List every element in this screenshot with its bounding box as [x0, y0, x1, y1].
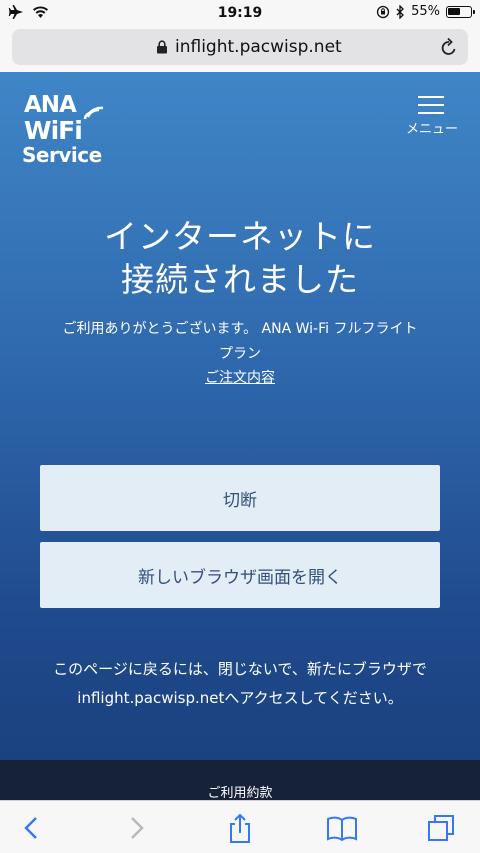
logo-line-wifi: WiFi — [24, 116, 83, 145]
address-bar[interactable]: inflight.pacwisp.net — [12, 29, 468, 65]
browser-toolbar — [0, 800, 480, 853]
url-text: inflight.pacwisp.net — [175, 37, 342, 57]
logo-wifi-waves-icon — [83, 106, 104, 120]
back-icon[interactable] — [16, 813, 48, 843]
status-right: 55% — [376, 4, 475, 19]
title-line-1: インターネットに — [104, 217, 376, 256]
thanks-line-2: プラン — [219, 346, 261, 362]
notice-line-2: inflight.pacwisp.netへアクセスしてください。 — [77, 689, 403, 707]
share-icon[interactable] — [224, 813, 256, 843]
page-title: インターネットに 接続されました — [0, 215, 480, 301]
orientation-lock-icon — [376, 5, 390, 18]
battery-fill — [448, 7, 460, 15]
return-notice: このページに戻るには、閉じないで、新たにブラウザで inflight.pacwi… — [20, 655, 460, 713]
title-line-2: 接続されました — [121, 260, 359, 299]
menu-button[interactable]: メニュー — [398, 96, 458, 137]
open-new-browser-button[interactable]: 新しいブラウザ画面を開く — [40, 542, 440, 608]
terms-link[interactable]: ご利用約款 — [0, 782, 480, 801]
ana-wifi-logo[interactable]: ANA WiFi Service — [22, 92, 122, 172]
forward-icon[interactable] — [120, 813, 152, 843]
bookmarks-icon[interactable] — [326, 813, 358, 843]
page-content: ANA WiFi Service メニュー インターネットに 接続されました ご… — [0, 72, 480, 801]
footer: ご利用約款 — [0, 760, 480, 801]
order-details-link[interactable]: ご注文内容 — [0, 367, 480, 387]
bluetooth-icon — [396, 4, 405, 19]
battery-percent: 55% — [411, 4, 440, 19]
lock-icon — [157, 40, 167, 54]
hamburger-icon — [418, 96, 444, 120]
thanks-message: ご利用ありがとうございます。 ANA Wi-Fi フルフライト プラン — [30, 317, 450, 367]
logo-line-ana: ANA — [24, 92, 77, 118]
url-area: inflight.pacwisp.net — [0, 26, 480, 72]
logo-line-service: Service — [22, 143, 102, 167]
status-bar: 19:19 55% — [0, 0, 480, 26]
disconnect-button[interactable]: 切断 — [40, 465, 440, 531]
notice-line-1: このページに戻るには、閉じないで、新たにブラウザで — [53, 660, 427, 678]
thanks-line-1: ご利用ありがとうございます。 ANA Wi-Fi フルフライト — [62, 321, 418, 337]
tabs-icon[interactable] — [426, 813, 458, 843]
reload-icon[interactable] — [440, 37, 458, 57]
battery-icon — [446, 5, 475, 18]
menu-label: メニュー — [405, 122, 458, 137]
